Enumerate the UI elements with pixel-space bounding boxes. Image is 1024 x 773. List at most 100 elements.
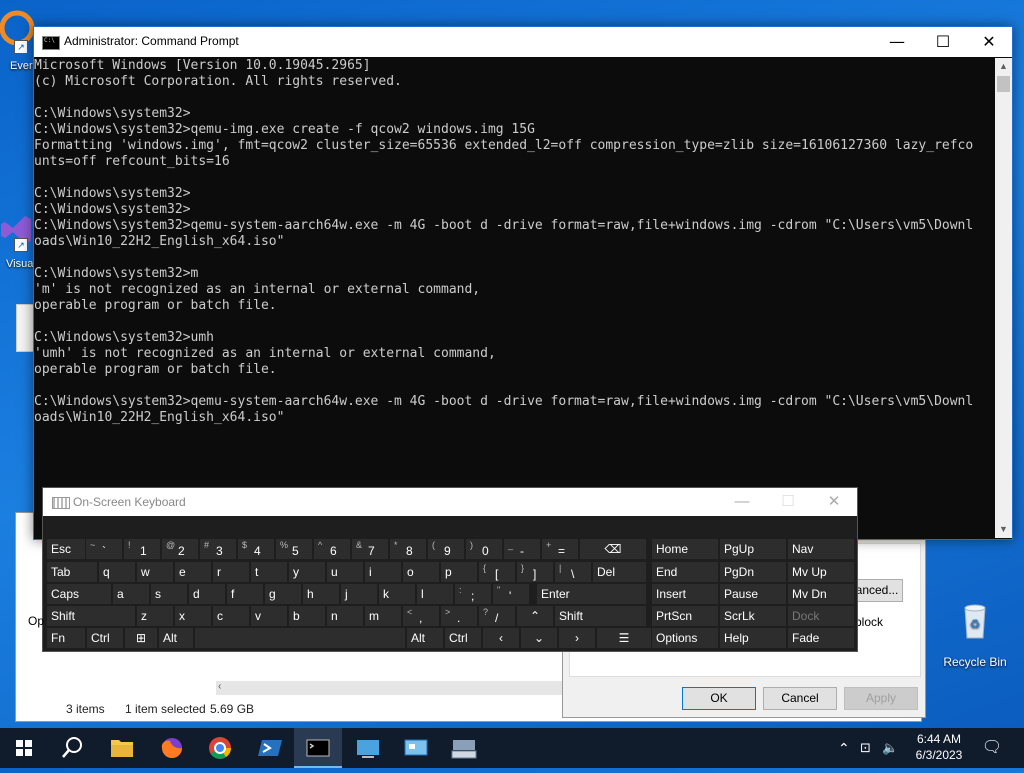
osk-key[interactable]: <, — [402, 605, 440, 627]
apply-button[interactable]: Apply — [844, 687, 918, 710]
osk-key[interactable]: r — [212, 561, 250, 583]
osk-key[interactable]: $4 — [237, 538, 275, 560]
osk-key[interactable]: s — [150, 583, 188, 605]
osk-key[interactable]: @2 — [161, 538, 199, 560]
scroll-thumb[interactable] — [997, 76, 1010, 92]
osk-key[interactable] — [194, 627, 406, 649]
osk-key[interactable]: n — [326, 605, 364, 627]
notifications-icon[interactable]: 🗨 — [980, 728, 1004, 768]
cmd-output[interactable]: Microsoft Windows [Version 10.0.19045.29… — [34, 58, 994, 538]
osk-maximize-button[interactable]: ☐ — [765, 488, 811, 516]
osk-key[interactable]: Dock — [787, 605, 855, 627]
osk-key[interactable]: _ - — [503, 538, 541, 560]
osk-key[interactable]: › — [558, 627, 596, 649]
osk-key[interactable]: Fade — [787, 627, 855, 649]
osk-key[interactable]: {[ — [478, 561, 516, 583]
osk-key[interactable]: e — [174, 561, 212, 583]
osk-key[interactable]: x — [174, 605, 212, 627]
osk-key[interactable]: ^ 6 — [313, 538, 351, 560]
osk-key[interactable]: Shift — [46, 605, 136, 627]
taskbar-file-explorer[interactable] — [98, 728, 146, 768]
osk-key[interactable]: #3 — [199, 538, 237, 560]
cmd-title-bar[interactable]: Administrator: Command Prompt — ☐ ✕ — [34, 27, 1012, 57]
osk-key[interactable]: Del — [592, 561, 647, 583]
advanced-button[interactable]: anced... — [851, 579, 903, 602]
taskbar-powershell[interactable] — [246, 728, 294, 768]
osk-key[interactable]: ! 1 — [123, 538, 161, 560]
osk-key[interactable]: j — [340, 583, 378, 605]
osk-close-button[interactable]: ✕ — [811, 488, 857, 516]
osk-key[interactable]: q — [98, 561, 136, 583]
ok-button[interactable]: OK — [682, 687, 756, 710]
scroll-down-icon[interactable]: ▼ — [995, 521, 1012, 538]
osk-key[interactable]: ? / — [478, 605, 516, 627]
maximize-button[interactable]: ☐ — [920, 27, 966, 57]
osk-key[interactable]: | \ — [554, 561, 592, 583]
osk-key[interactable]: ⌄ — [520, 627, 558, 649]
scroll-up-icon[interactable]: ▲ — [995, 58, 1012, 75]
close-button[interactable]: ✕ — [966, 27, 1012, 57]
osk-key[interactable]: Mv Up — [787, 561, 855, 583]
osk-key[interactable]: h — [302, 583, 340, 605]
osk-key[interactable]: ⌫ — [579, 538, 647, 560]
taskbar-command-prompt[interactable] — [294, 728, 342, 768]
osk-key[interactable]: ☰ — [596, 627, 652, 649]
osk-key[interactable]: Help — [719, 627, 787, 649]
osk-key[interactable]: Ctrl — [86, 627, 124, 649]
osk-key[interactable]: b — [288, 605, 326, 627]
osk-key[interactable]: ScrLk — [719, 605, 787, 627]
osk-key[interactable]: l — [416, 583, 454, 605]
osk-key[interactable]: Nav — [787, 538, 855, 560]
osk-key[interactable]: Mv Dn — [787, 583, 855, 605]
osk-key[interactable]: :; — [454, 583, 492, 605]
osk-key[interactable]: ~ ` — [85, 538, 123, 560]
osk-key[interactable]: ‹ — [482, 627, 520, 649]
osk-key[interactable]: f — [226, 583, 264, 605]
osk-key[interactable]: (9 — [427, 538, 465, 560]
osk-key[interactable]: Enter — [536, 583, 647, 605]
scroll-left-icon[interactable]: ‹ — [218, 681, 221, 692]
osk-key[interactable]: Alt — [406, 627, 444, 649]
osk-key[interactable]: u — [326, 561, 364, 583]
osk-key[interactable]: Home — [651, 538, 719, 560]
minimize-button[interactable]: — — [874, 27, 920, 57]
osk-minimize-button[interactable]: — — [719, 488, 765, 516]
osk-key[interactable]: c — [212, 605, 250, 627]
taskbar-app-2[interactable] — [392, 728, 440, 768]
osk-key[interactable]: m — [364, 605, 402, 627]
osk-key[interactable]: PgDn — [719, 561, 787, 583]
osk-key[interactable]: Ctrl — [444, 627, 482, 649]
osk-key[interactable]: + = — [541, 538, 579, 560]
osk-key[interactable]: Insert — [651, 583, 719, 605]
osk-key[interactable]: PrtScn — [651, 605, 719, 627]
osk-key[interactable]: p — [440, 561, 478, 583]
osk-key[interactable]: >. — [440, 605, 478, 627]
taskbar-app-1[interactable] — [344, 728, 392, 768]
cmd-vertical-scrollbar[interactable]: ▲ ▼ — [995, 58, 1012, 538]
desktop-icon-recycle-bin[interactable]: ♻ Recycle Bin — [940, 600, 1010, 669]
osk-key[interactable]: d — [188, 583, 226, 605]
osk-key[interactable]: Shift — [554, 605, 647, 627]
osk-key[interactable]: PgUp — [719, 538, 787, 560]
osk-key[interactable]: * 8 — [389, 538, 427, 560]
osk-key[interactable]: v — [250, 605, 288, 627]
osk-key[interactable]: Pause — [719, 583, 787, 605]
clock[interactable]: 6:44 AM 6/3/2023 — [904, 728, 974, 768]
osk-key[interactable]: % 5 — [275, 538, 313, 560]
osk-key[interactable]: w — [136, 561, 174, 583]
network-icon[interactable]: ⊡ — [860, 728, 878, 768]
osk-key[interactable]: ) 0 — [465, 538, 503, 560]
osk-key[interactable]: Alt — [158, 627, 194, 649]
osk-key[interactable]: z — [136, 605, 174, 627]
taskbar-firefox[interactable] — [148, 728, 196, 768]
tray-overflow-icon[interactable]: ⌃ — [838, 728, 856, 768]
volume-icon[interactable]: 🔈 — [882, 728, 900, 768]
osk-key[interactable]: g — [264, 583, 302, 605]
osk-key[interactable]: }] — [516, 561, 554, 583]
osk-key[interactable]: t — [250, 561, 288, 583]
osk-key[interactable]: a — [112, 583, 150, 605]
cancel-button[interactable]: Cancel — [763, 687, 837, 710]
osk-key[interactable]: Tab — [46, 561, 98, 583]
osk-key[interactable]: Caps — [46, 583, 112, 605]
osk-key[interactable]: ⌃ — [516, 605, 554, 627]
